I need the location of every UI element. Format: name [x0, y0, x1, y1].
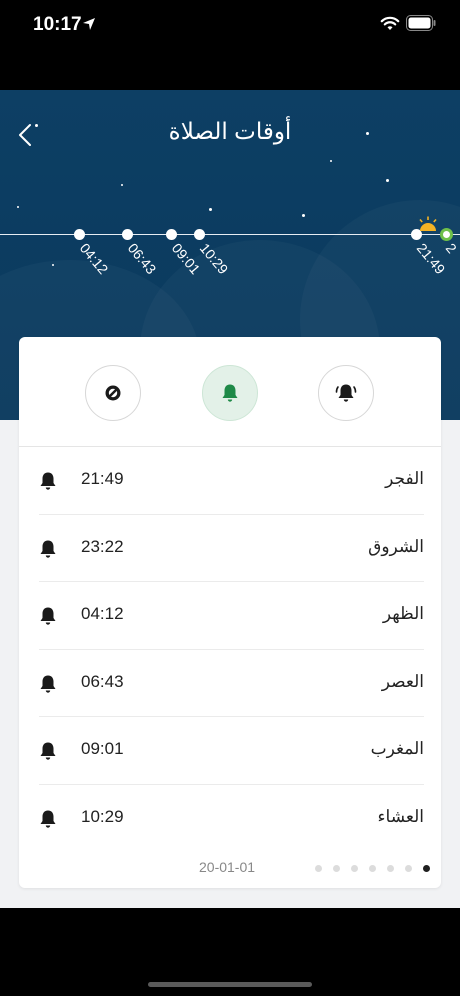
prayer-row-maghrib[interactable]: 09:01 المغرب: [39, 717, 424, 785]
page-dot[interactable]: [351, 865, 358, 872]
page-dot[interactable]: [405, 865, 412, 872]
bell-icon[interactable]: [39, 539, 57, 559]
prayer-times-screen: أوقات الصلاة 04:12 06:43 09:01 10:29 21:…: [0, 90, 460, 908]
status-bar: 10:17: [0, 0, 460, 50]
bell-icon: [222, 384, 238, 402]
bell-icon[interactable]: [39, 606, 57, 626]
prayer-list: 21:49 الفجر 23:22 الشروق 04:12 الظهر 06:…: [39, 447, 424, 852]
sun-icon: [419, 216, 437, 231]
prayer-time: 10:29: [81, 806, 124, 826]
bell-icon[interactable]: [39, 674, 57, 694]
prayer-name: الظهر: [382, 604, 424, 623]
alarm-mode-button[interactable]: [318, 365, 374, 421]
prayer-row-sunrise[interactable]: 23:22 الشروق: [39, 515, 424, 582]
timeline-line: [0, 234, 460, 235]
prayer-row-dhuhr[interactable]: 04:12 الظهر: [39, 582, 424, 650]
star: [330, 160, 332, 162]
prayer-time: 04:12: [81, 604, 124, 623]
prayer-time: 06:43: [81, 671, 124, 691]
page-title: أوقات الصلاة: [168, 118, 292, 144]
timeline-dot: [74, 229, 85, 240]
bell-icon[interactable]: [39, 471, 57, 491]
prayer-time: 09:01: [81, 739, 124, 758]
timeline-dot: [166, 229, 177, 240]
wifi-icon: [380, 16, 400, 30]
page-dot-active[interactable]: [423, 865, 430, 872]
block-icon: [105, 385, 121, 401]
prayer-row-asr[interactable]: 06:43 العصر: [39, 650, 424, 717]
prayer-row-isha[interactable]: 10:29 العشاء: [39, 785, 424, 853]
prayer-name: العصر: [381, 671, 424, 691]
prayer-times-card: 21:49 الفجر 23:22 الشروق 04:12 الظهر 06:…: [19, 337, 441, 888]
prayer-row-fajr[interactable]: 21:49 الفجر: [39, 447, 424, 515]
prayer-time: 23:22: [81, 536, 124, 556]
page-dot[interactable]: [333, 865, 340, 872]
silent-mode-button[interactable]: [85, 365, 141, 421]
location-arrow-icon: [83, 18, 95, 30]
bell-icon[interactable]: [39, 809, 57, 829]
notification-mode-button[interactable]: [202, 365, 258, 421]
timeline-dot: [194, 229, 205, 240]
star: [17, 206, 19, 208]
alarm-bell-icon: [335, 384, 357, 402]
star: [302, 214, 305, 217]
battery-icon: [406, 15, 436, 31]
page-dot[interactable]: [315, 865, 322, 872]
star: [52, 264, 54, 266]
bell-icon[interactable]: [39, 741, 57, 761]
page-indicator[interactable]: [315, 865, 430, 872]
prayer-name: المغرب: [370, 739, 424, 758]
home-indicator[interactable]: [148, 982, 312, 987]
star: [386, 179, 389, 182]
prayer-name: الشروق: [368, 536, 424, 556]
star: [209, 208, 212, 211]
notification-mode-selector: [19, 337, 441, 447]
star: [121, 184, 123, 186]
page-dot[interactable]: [369, 865, 376, 872]
timeline-dot: [122, 229, 133, 240]
page-dot[interactable]: [387, 865, 394, 872]
prayer-time: 21:49: [81, 469, 124, 488]
prayer-name: العشاء: [377, 806, 424, 826]
current-time-dot: [440, 228, 453, 241]
date-label: 20-01-01: [199, 859, 256, 875]
status-time: 10:17: [33, 14, 82, 35]
prayer-name: الفجر: [385, 469, 424, 488]
